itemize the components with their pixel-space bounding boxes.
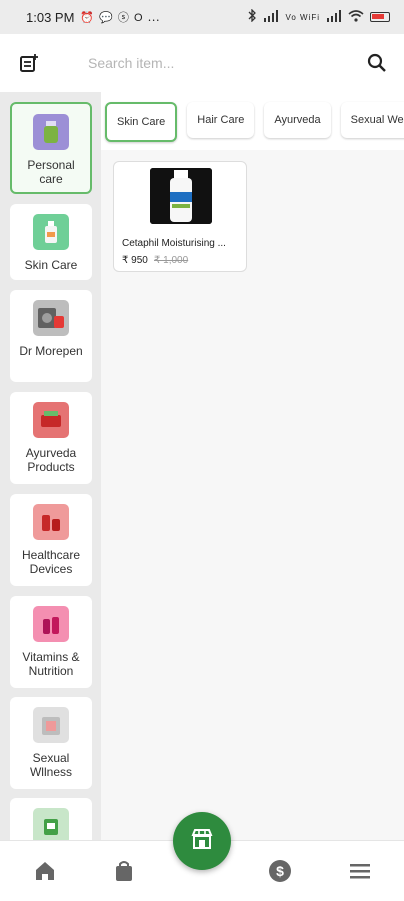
sidebar-item-vitamins-nutrition[interactable]: Vitamins & Nutrition <box>10 596 92 688</box>
product-image <box>150 168 212 224</box>
sidebar-item-sexual-wellness[interactable]: Sexual Wllness <box>10 697 92 789</box>
sidebar-item-label: Vitamins & Nutrition <box>22 650 80 678</box>
home-icon[interactable] <box>33 859 57 883</box>
order-list-icon[interactable] <box>18 52 40 74</box>
sidebar-item-dr-morepen[interactable]: Dr Morepen <box>10 290 92 382</box>
bluetooth-icon <box>247 8 257 25</box>
sidebar-item-healthcare-devices[interactable]: Healthcare Devices <box>10 494 92 586</box>
sidebar-item-label: Skin Care <box>24 258 78 272</box>
category-thumbnail <box>33 504 69 540</box>
search-input[interactable] <box>86 54 366 72</box>
category-thumbnail <box>33 808 69 840</box>
menu-icon[interactable] <box>348 859 372 883</box>
product-name: Cetaphil Moisturising ... <box>122 238 226 249</box>
product-grid: Cetaphil Moisturising ... ₹ 950 ₹ 1,000 <box>101 150 404 840</box>
sidebar-item-personal-care[interactable]: Personal care <box>10 102 92 194</box>
status-time: 1:03 PM <box>26 9 75 25</box>
status-bar: 1:03 PM ⏰ 💬 ⓢ O ⋯ Vo WiFi <box>0 0 404 34</box>
store-icon <box>190 827 214 856</box>
sidebar-item-label: Dr Morepen <box>19 344 83 358</box>
product-card[interactable]: Cetaphil Moisturising ... ₹ 950 ₹ 1,000 <box>113 161 247 272</box>
notification-icons: ⏰ 💬 ⓢ O ⋯ <box>80 12 161 24</box>
category-thumbnail <box>33 300 69 336</box>
status-left: 1:03 PM ⏰ 💬 ⓢ O ⋯ <box>26 9 160 25</box>
category-thumbnail <box>33 402 69 438</box>
volte-label: Vo WiFi <box>285 12 320 22</box>
sidebar-item-skin-care[interactable]: Skin Care <box>10 204 92 280</box>
battery-icon <box>370 12 390 22</box>
product-mrp: ₹ 1,000 <box>154 255 189 266</box>
sidebar-item-label: Ayurveda Products <box>25 446 77 474</box>
category-thumbnail <box>33 114 69 150</box>
dollar-icon[interactable]: $ <box>268 859 292 883</box>
product-price: ₹ 950 <box>122 255 148 266</box>
category-thumbnail <box>33 214 69 250</box>
signal-icon-2 <box>326 9 342 25</box>
chip-hair-care[interactable]: Hair Care <box>187 102 255 138</box>
status-right: Vo WiFi <box>247 8 390 25</box>
category-sidebar: Personal care Skin Care Dr Morepen Ayurv… <box>0 92 101 840</box>
category-thumbnail <box>33 707 69 743</box>
sidebar-item-label: Sexual Wllness <box>29 751 72 779</box>
bag-icon[interactable] <box>112 859 136 883</box>
chip-ayurveda[interactable]: Ayurveda <box>264 102 331 138</box>
category-thumbnail <box>33 606 69 642</box>
app-header <box>0 34 404 92</box>
svg-text:$: $ <box>276 863 284 879</box>
signal-icon <box>263 9 279 25</box>
subcategory-chips: Skin Care Hair Care Ayurveda Sexual We <box>101 92 404 150</box>
sidebar-item-label: Personal care <box>27 158 75 186</box>
store-button[interactable] <box>173 812 231 870</box>
search-icon[interactable] <box>366 52 388 74</box>
chip-sexual-wellness[interactable]: Sexual We <box>340 102 404 138</box>
wifi-icon <box>348 9 364 25</box>
chip-skin-care[interactable]: Skin Care <box>105 102 178 142</box>
sidebar-item-more[interactable] <box>10 798 92 840</box>
sidebar-item-ayurveda-products[interactable]: Ayurveda Products <box>10 392 92 484</box>
sidebar-item-label: Healthcare Devices <box>21 548 81 576</box>
